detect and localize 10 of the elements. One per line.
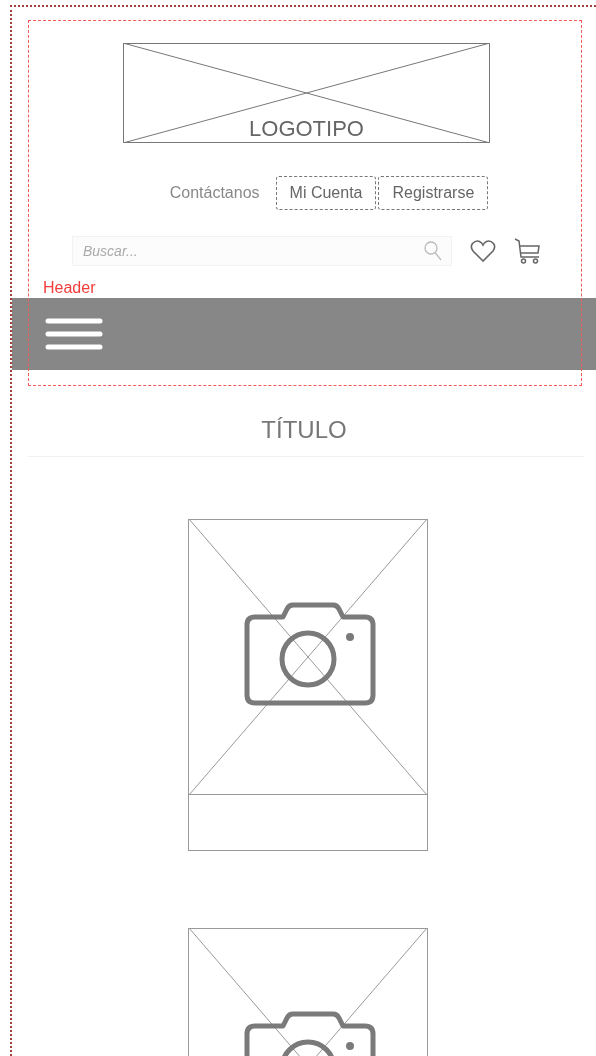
region-label: Header bbox=[43, 279, 96, 297]
logo-text: LOGOTIPO bbox=[249, 115, 364, 143]
cart-icon[interactable] bbox=[514, 237, 541, 265]
contact-link[interactable]: Contáctanos bbox=[169, 184, 260, 202]
page-title: TÍTULO bbox=[260, 416, 348, 444]
account-button[interactable]: Mi Cuenta bbox=[275, 176, 377, 210]
search-field[interactable]: Buscar... bbox=[72, 236, 452, 266]
heart-icon[interactable] bbox=[470, 239, 496, 263]
menu-icon[interactable] bbox=[45, 316, 103, 352]
account-button[interactable]: Registrarse bbox=[378, 176, 489, 210]
